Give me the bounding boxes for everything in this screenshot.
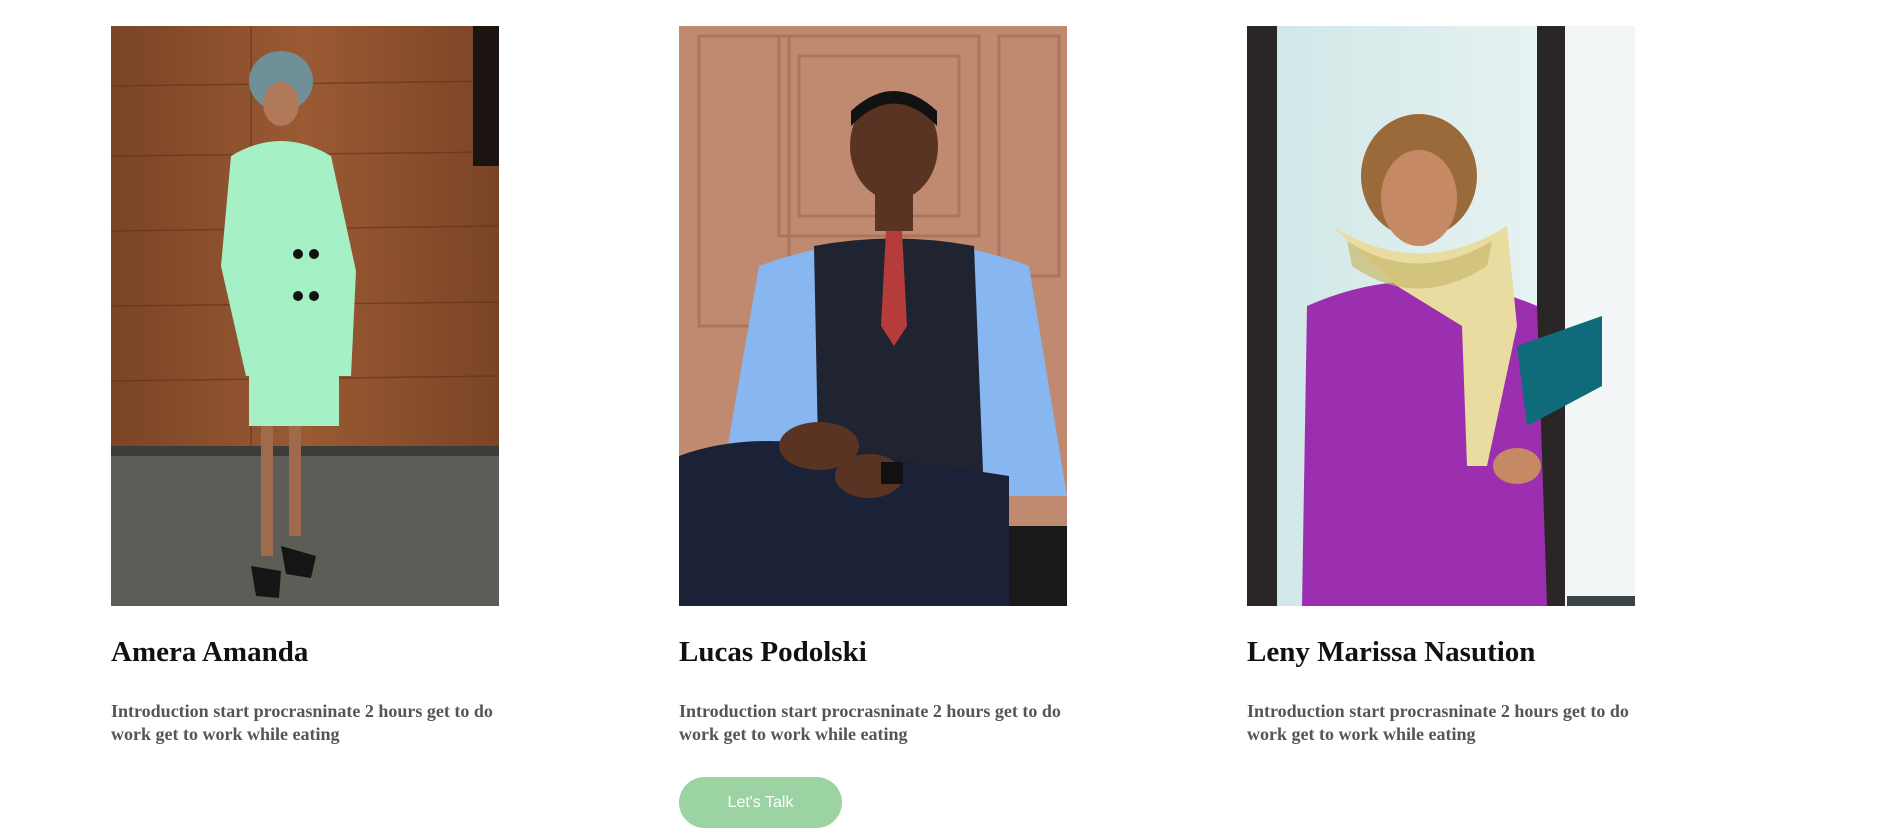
member-photo [111,26,499,606]
member-photo [1247,26,1635,606]
member-name: Leny Marissa Nasution [1247,636,1536,668]
member-photo [679,26,1067,606]
member-intro: Introduction start procrasninate 2 hours… [1247,701,1629,744]
lets-talk-button[interactable]: Let's Talk [679,777,842,828]
member-name: Lucas Podolski [679,636,867,668]
team-section: Amera Amanda Introduction start procrasn… [0,0,1883,835]
member-intro: Introduction start procrasninate 2 hours… [679,701,1061,744]
member-intro: Introduction start procrasninate 2 hours… [111,701,493,744]
team-member-card: Amera Amanda Introduction start procrasn… [111,26,501,744]
member-name: Amera Amanda [111,636,309,668]
team-member-card: Lucas Podolski Introduction start procra… [679,26,1069,828]
team-member-card: Leny Marissa Nasution Introduction start… [1247,26,1637,744]
